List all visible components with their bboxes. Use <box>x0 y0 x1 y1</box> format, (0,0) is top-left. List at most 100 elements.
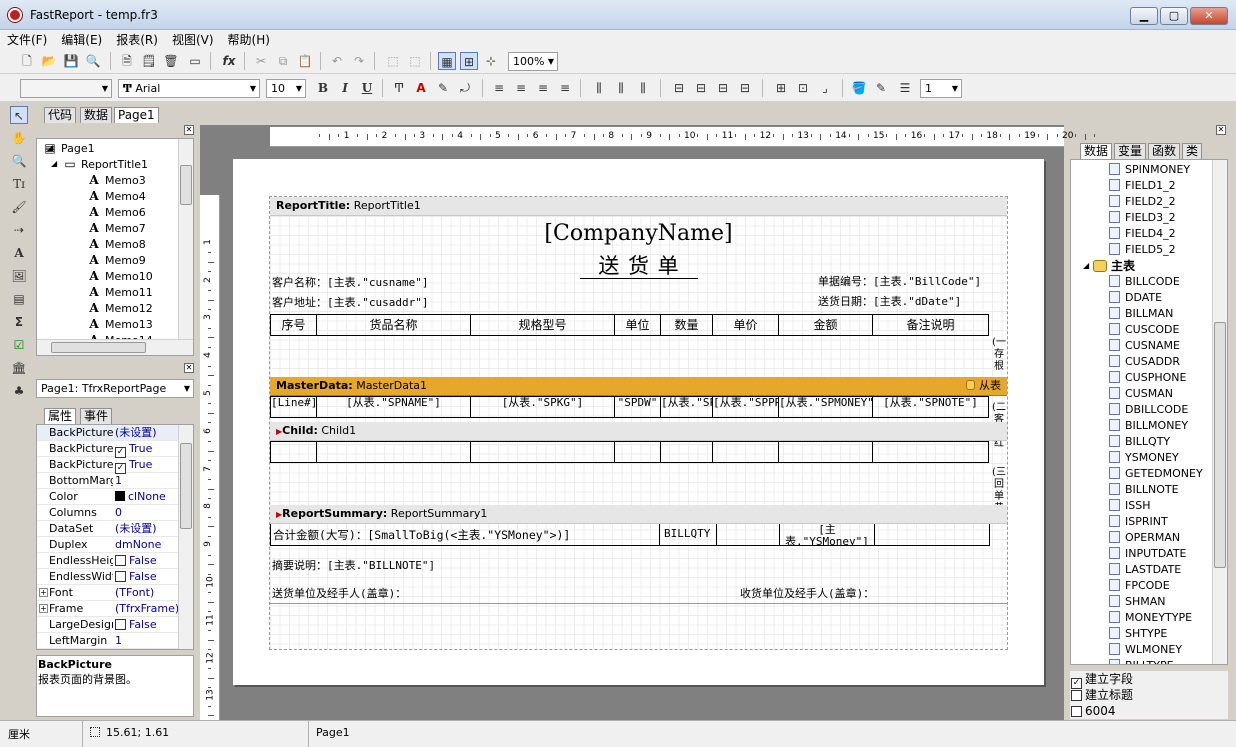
close-button[interactable]: ✕ <box>1190 7 1228 25</box>
report-title-band[interactable]: ReportTitle: ReportTitle1 <box>270 197 1007 216</box>
data-cell[interactable]: [从表."SPMONEY"] <box>779 396 873 418</box>
field-item[interactable]: BILLMONEY <box>1079 418 1213 434</box>
tree-item[interactable]: A Memo10 <box>43 268 177 284</box>
field-item[interactable]: ISSH <box>1079 498 1213 514</box>
ungroup-icon[interactable]: ⬚ <box>406 52 424 70</box>
property-row[interactable]: + Frame (TfrxFrame) <box>37 601 179 617</box>
data-cell[interactable] <box>713 441 779 463</box>
field-item[interactable]: CUSCODE <box>1079 322 1213 338</box>
frame-none-icon[interactable]: ⊡ <box>794 79 812 97</box>
save-icon[interactable]: 💾 <box>62 52 80 70</box>
tab-variables[interactable]: 变量 <box>1114 143 1147 159</box>
fill-color-icon[interactable]: 🪣 <box>850 79 868 97</box>
highlight-icon[interactable]: ✎ <box>434 79 452 97</box>
header-cell[interactable]: 货品名称 <box>317 314 471 336</box>
field-item[interactable]: SHTYPE <box>1079 626 1213 642</box>
header-cell[interactable]: 金额 <box>779 314 873 336</box>
open-icon[interactable]: 📂 <box>40 52 58 70</box>
field-item[interactable]: GETEDMONEY <box>1079 466 1213 482</box>
option-checkbox[interactable] <box>1071 706 1082 717</box>
property-row[interactable]: LargeDesignHeight False <box>37 617 179 633</box>
property-value[interactable]: (未设置)··· <box>115 425 157 441</box>
frame-left-icon[interactable]: ⊟ <box>714 79 732 97</box>
property-row[interactable]: Color clNone <box>37 489 179 505</box>
field-item[interactable]: SHMAN <box>1079 594 1213 610</box>
data-cell[interactable]: [从表."SPQTY"] <box>661 396 713 418</box>
data-cell[interactable] <box>779 441 873 463</box>
function-icon[interactable]: fx <box>220 52 238 70</box>
data-cell[interactable]: "SPDW" <box>615 396 661 418</box>
field-item[interactable]: FPCODE <box>1079 578 1213 594</box>
inspector-object-combo[interactable]: Page1: TfrxReportPage ▼ <box>36 379 194 398</box>
field-item[interactable]: OPERMAN <box>1079 530 1213 546</box>
header-cell[interactable]: 单位 <box>615 314 661 336</box>
data-cell[interactable]: [从表."SPNOTE"] <box>873 396 989 418</box>
tree-item[interactable]: ▤ ◢ Page1 <box>43 140 177 156</box>
tab-data[interactable]: 数据 <box>80 107 113 123</box>
tree-item[interactable]: A Memo7 <box>43 220 177 236</box>
property-value[interactable]: ✓ True <box>115 457 152 474</box>
checkbox-object-icon[interactable]: ☑ <box>10 336 28 354</box>
side-note-1[interactable]: (一存根 <box>992 337 1006 373</box>
font-color-icon[interactable]: A <box>412 79 430 97</box>
italic-button[interactable]: I <box>336 79 354 97</box>
underline-button[interactable]: U <box>358 79 376 97</box>
expand-icon[interactable]: + <box>39 588 48 597</box>
align-grid-icon[interactable]: ⊞ <box>460 52 478 70</box>
tab-properties[interactable]: 属性 <box>44 408 77 424</box>
property-row[interactable]: Columns 0 <box>37 505 179 521</box>
tab-code[interactable]: 代码 <box>44 107 77 123</box>
font-name-combo[interactable]: Ͳ Arial ▼ <box>118 79 260 98</box>
frame-top-icon[interactable]: ⊟ <box>670 79 688 97</box>
field-item[interactable]: CUSNAME <box>1079 338 1213 354</box>
maximize-button[interactable]: ▢ <box>1160 7 1188 25</box>
company-name-memo[interactable]: [CompanyName] <box>338 218 939 250</box>
page-settings-icon[interactable]: ▭ <box>186 52 204 70</box>
report-page[interactable]: ReportTitle: ReportTitle1 [CompanyName] … <box>233 159 1044 685</box>
tree-item[interactable]: A Memo13 <box>43 316 177 332</box>
data-cell[interactable] <box>317 441 471 463</box>
option-checkbox[interactable] <box>1071 690 1082 701</box>
memo-object-icon[interactable]: A <box>10 244 28 262</box>
tab-data-tree[interactable]: 数据 <box>1080 143 1113 159</box>
data-cell[interactable] <box>271 441 317 463</box>
child-band[interactable]: ▶Child: Child1 <box>270 422 1007 441</box>
property-value[interactable]: ✓ True <box>115 441 152 458</box>
field-item[interactable]: FIELD1_2 <box>1079 178 1213 194</box>
tree-item[interactable]: A Memo9 <box>43 252 177 268</box>
collapse-icon[interactable]: ◢ <box>47 140 53 156</box>
frame-all-icon[interactable]: ⊞ <box>772 79 790 97</box>
valign-center-icon[interactable]: ⫼ <box>612 79 630 97</box>
tree-item[interactable]: A Memo11 <box>43 284 177 300</box>
menu-help[interactable]: 帮助(H) <box>221 30 277 49</box>
tree-item[interactable]: ▭ ◢ ReportTitle1 <box>43 156 177 172</box>
tree-item[interactable]: A Memo12 <box>43 300 177 316</box>
property-value[interactable]: (未设置) <box>115 521 157 537</box>
property-value[interactable]: clNone <box>115 489 166 505</box>
field-item[interactable]: BILLTYPE <box>1079 658 1213 664</box>
cross-tab-icon[interactable]: 🏛 <box>10 359 28 377</box>
tree-item[interactable]: A Memo4 <box>43 188 177 204</box>
total-money-memo[interactable]: [主表."YSMoney"] <box>779 524 875 545</box>
field-item[interactable]: BILLQTY <box>1079 434 1213 450</box>
undo-icon[interactable]: ↶ <box>328 52 346 70</box>
frame-style-icon[interactable]: ☰ <box>896 79 914 97</box>
subreport-icon[interactable]: ▤ <box>10 290 28 308</box>
property-row[interactable]: LeftMargin 1 <box>37 633 179 649</box>
sender-memo[interactable]: 送货单位及经手人(盖章)： <box>272 585 474 601</box>
property-checkbox[interactable] <box>115 619 126 630</box>
system-text-icon[interactable]: Σ <box>10 313 28 331</box>
field-item[interactable]: YSMONEY <box>1079 450 1213 466</box>
tab-functions[interactable]: 函数 <box>1148 143 1181 159</box>
menu-edit[interactable]: 编辑(E) <box>54 30 109 49</box>
remark-memo[interactable]: 摘要说明：[主表."BILLNOTE"] <box>272 557 986 573</box>
redo-icon[interactable]: ↷ <box>350 52 368 70</box>
tab-classes[interactable]: 类 <box>1182 143 1203 159</box>
frame-bottom-icon[interactable]: ⊟ <box>692 79 710 97</box>
text-tool-icon[interactable]: Tɪ <box>10 175 28 193</box>
property-row[interactable]: DataSet (未设置) <box>37 521 179 537</box>
field-item[interactable]: FIELD5_2 <box>1079 242 1213 258</box>
close-data-tree-icon[interactable]: ✕ <box>1216 125 1226 135</box>
header-cell[interactable]: 单价 <box>713 314 779 336</box>
data-cell[interactable]: [从表."SPNAME"] <box>317 396 471 418</box>
